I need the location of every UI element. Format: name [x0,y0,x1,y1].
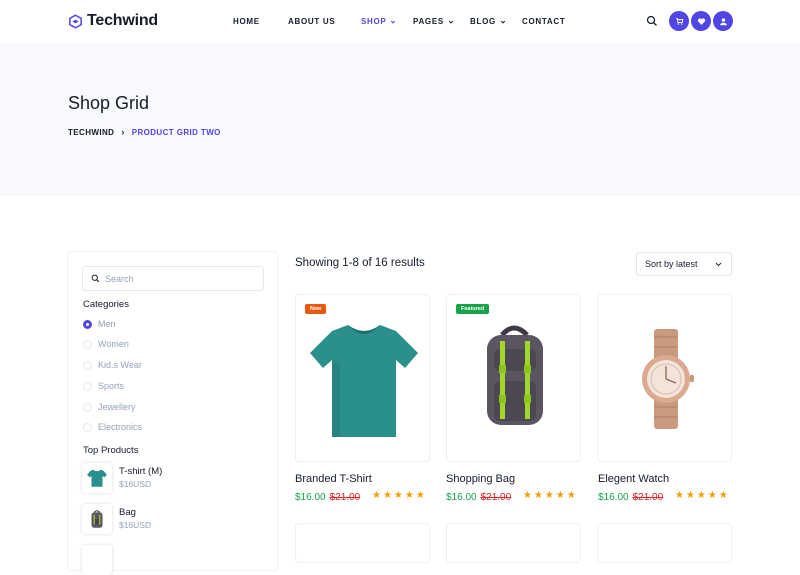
top-product-item[interactable]: Bag $16USD [82,504,151,534]
chevron-down-icon [448,20,454,24]
top-product-item[interactable]: T-shirt (M) $16USD [82,463,162,493]
breadcrumb: TECHWIND › PRODUCT GRID TWO [68,127,221,137]
badge-new: New [305,304,327,314]
category-men[interactable]: Men [83,319,116,329]
nav-shop[interactable]: SHOP [361,17,396,26]
price-original: $21.00 [329,492,361,503]
radio-icon[interactable] [83,339,92,349]
product-card[interactable]: Featured [446,294,581,462]
radio-icon[interactable] [83,402,92,412]
breadcrumb-current: PRODUCT GRID TWO [131,127,221,137]
search-icon[interactable] [646,15,658,27]
chevron-right-icon: › [121,127,125,137]
nav-pages[interactable]: PAGES [413,17,454,26]
search-box [82,266,264,291]
category-jewellery[interactable]: Jewellery [83,402,136,412]
search-icon [91,274,100,283]
product-price: $16.00 $21.00 [446,492,511,503]
account-button[interactable] [713,11,733,31]
product-price: $16.00 $21.00 [295,492,360,503]
watch-image [642,329,694,429]
chevron-down-icon [500,20,506,24]
product-name[interactable]: Elegent Watch [598,473,669,485]
categories-heading: Categories [83,299,129,310]
product-name[interactable]: Branded T-Shirt [295,473,372,485]
chevron-down-icon [715,262,722,267]
badge-featured: Featured [456,304,490,314]
filter-sidebar: Categories Men Women Kid.s Wear Sports J… [67,251,278,575]
radio-selected-icon[interactable] [83,319,92,329]
star-rating: ★★★★★ [372,490,427,501]
search-input[interactable] [105,273,255,284]
category-electronics[interactable]: Electronics [83,422,142,432]
results-count: Showing 1-8 of 16 results [295,257,425,269]
heart-icon [697,17,705,25]
cart-button[interactable] [669,11,689,31]
logo-hexagon-icon [69,13,82,29]
page-title: Shop Grid [68,93,150,113]
product-price: $16.00 $21.00 [598,492,663,503]
sort-selected-value: Sort by latest [645,259,698,269]
radio-icon[interactable] [83,381,92,391]
category-women[interactable]: Women [83,339,129,349]
product-name[interactable]: Shopping Bag [446,473,515,485]
top-products-heading: Top Products [83,445,139,456]
price-original: $21.00 [480,492,512,503]
sort-select[interactable]: Sort by latest [636,252,732,276]
nav-contact[interactable]: CONTACT [522,17,565,26]
brand-name: Techwind [87,12,158,29]
tshirt-image [310,325,418,437]
bag-thumbnail [82,504,112,534]
star-rating: ★★★★★ [675,490,730,501]
radio-icon[interactable] [83,422,92,432]
top-navbar: Techwind HOME ABOUT US SHOP PAGES BLOG C… [0,0,800,43]
star-rating: ★★★★★ [523,490,578,501]
page-header: Shop Grid TECHWIND › PRODUCT GRID TWO [0,43,800,196]
category-kids-wear[interactable]: Kid.s Wear [83,360,142,370]
chevron-down-icon [391,20,396,24]
price-current: $16.00 [446,492,477,503]
product-card[interactable] [446,523,581,563]
product-card[interactable] [597,523,732,563]
radio-icon[interactable] [83,360,92,370]
cart-icon [675,17,683,25]
nav-about-us[interactable]: ABOUT US [288,17,335,26]
product-card[interactable] [597,294,732,462]
tshirt-thumbnail [82,463,112,493]
breadcrumb-home-link[interactable]: TECHWIND [68,128,114,137]
top-product-name: Bag [119,507,136,518]
nav-actions [646,11,733,31]
product-card[interactable]: New [295,294,430,462]
brand-logo[interactable]: Techwind [68,12,158,30]
price-current: $16.00 [295,492,326,503]
price-current: $16.00 [598,492,629,503]
nav-home[interactable]: HOME [233,17,260,26]
wishlist-button[interactable] [691,11,711,31]
category-sports[interactable]: Sports [83,381,124,391]
user-icon [719,17,727,25]
top-product-name: T-shirt (M) [119,466,163,477]
backpack-image [487,325,543,425]
top-product-price: $16USD [119,520,152,530]
product-card[interactable] [295,523,430,563]
top-product-price: $16USD [119,479,152,489]
price-original: $21.00 [632,492,664,503]
nav-blog[interactable]: BLOG [470,17,506,26]
